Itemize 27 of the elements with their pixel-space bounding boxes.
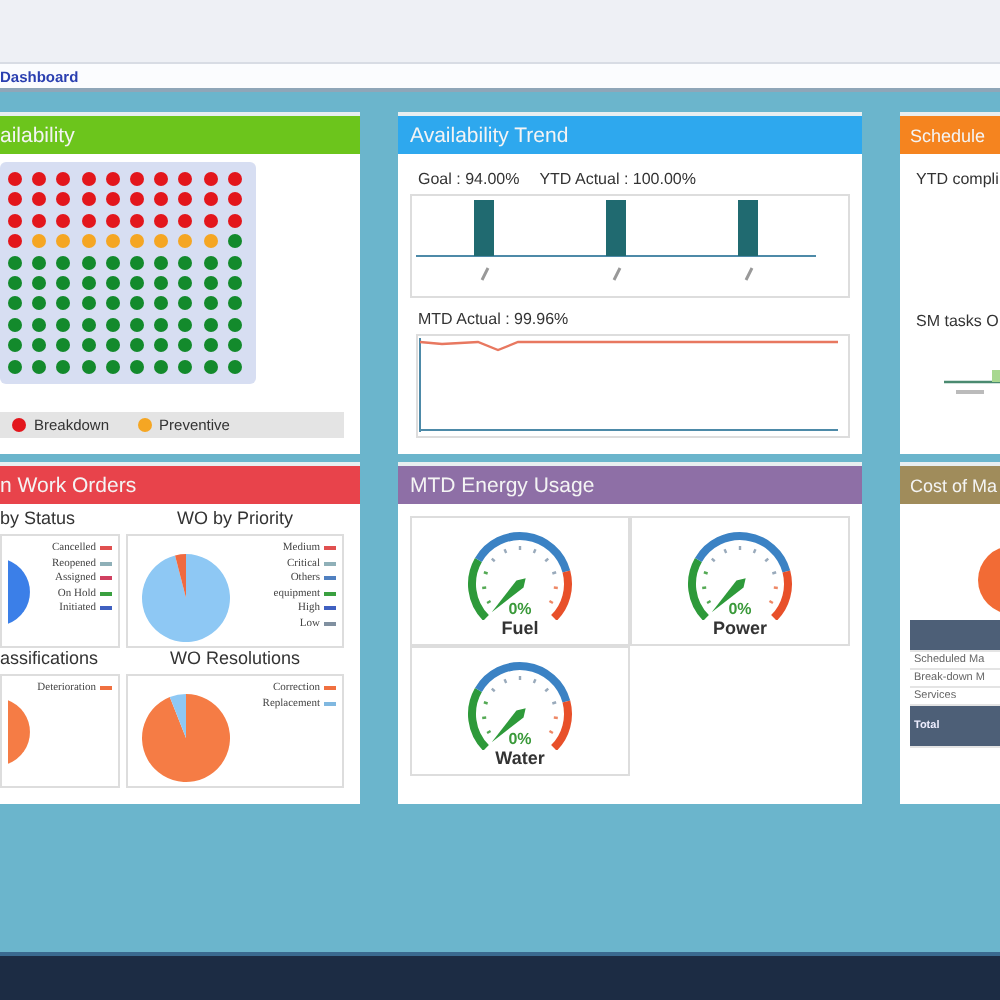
goal-text: Goal : 94.00% — [418, 170, 520, 188]
gauge-label: Water — [495, 748, 545, 768]
gauge-reading: 0% — [508, 600, 532, 618]
sm-tasks-text: SM tasks O — [914, 310, 1000, 330]
chart-title: WO by Priority — [176, 508, 293, 532]
panel-title: n Work Orders — [0, 473, 137, 497]
gauge-label: Power — [712, 618, 767, 638]
panel-title: Availability Trend — [410, 123, 569, 147]
gauge-reading: 0% — [728, 600, 752, 618]
chart-title: WO Resolutions — [169, 648, 301, 672]
gauge-dial — [468, 662, 572, 750]
panel-title: Cost of Ma — [910, 475, 998, 495]
chart-title: assifications — [0, 648, 99, 672]
chart-title: by Status — [0, 508, 76, 532]
pie-chart-drawing — [972, 544, 1000, 616]
gauge-label: Fuel — [501, 618, 539, 638]
panel-title: MTD Energy Usage — [410, 473, 595, 497]
mtd-actual-text: MTD Actual : 99.96% — [416, 308, 571, 328]
gauge-dial — [468, 532, 572, 620]
ytd-compliance-text: YTD compli — [914, 168, 1000, 188]
ytd-actual-text: YTD Actual : 100.00% — [539, 170, 696, 188]
gauge-dial — [688, 532, 792, 620]
panel-title: ailability — [0, 123, 75, 147]
panel-title: Schedule — [910, 125, 986, 145]
pie-chart-drawing — [8, 697, 30, 765]
gauge-reading: 0% — [508, 730, 532, 748]
pie-chart-drawing — [8, 557, 30, 625]
